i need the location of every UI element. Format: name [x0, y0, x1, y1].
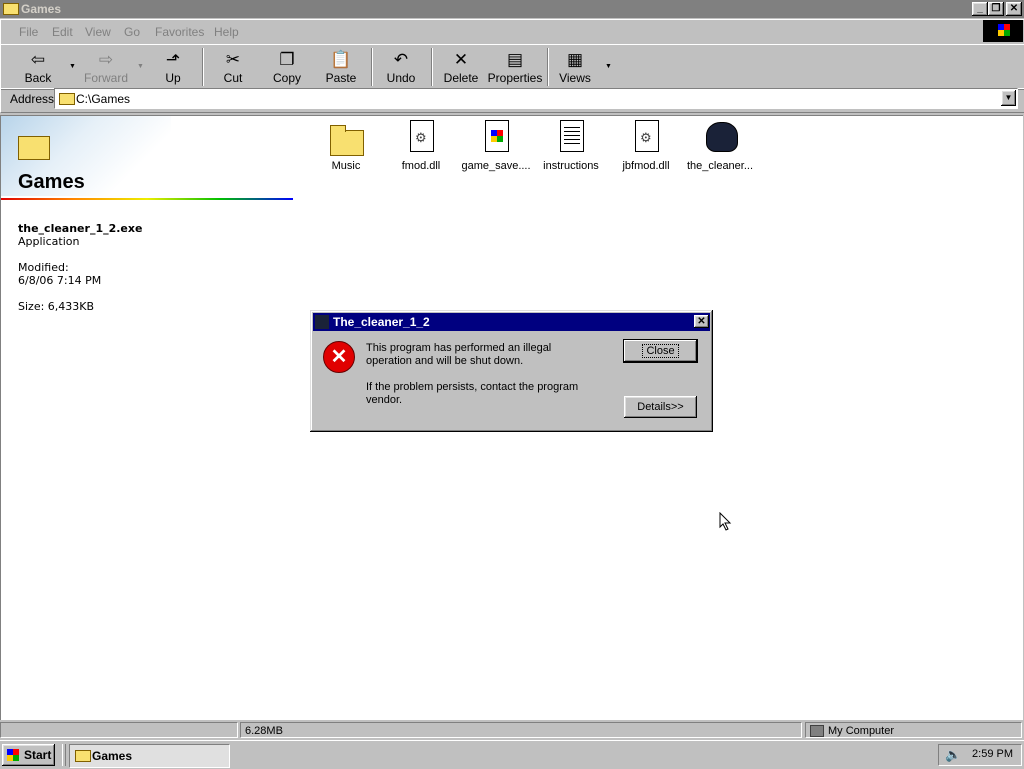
web-view-panel: Games the_cleaner_1_2.exe Application Mo…	[1, 116, 301, 416]
error-message: This program has performed an illegal op…	[366, 342, 552, 367]
error-dialog: The_cleaner_1_2 ✕ ✕ This program has per…	[310, 310, 713, 432]
properties-icon: ▤	[506, 50, 524, 69]
menu-favorites[interactable]: Favorites	[155, 25, 204, 39]
undo-button[interactable]: ↶ Undo	[379, 45, 423, 89]
window-title-bar[interactable]: Games _ ❐ ✕	[0, 0, 1024, 18]
undo-icon: ↶	[393, 50, 409, 69]
file-item-instructions[interactable]: instructions	[532, 116, 610, 172]
windows-logo-icon	[7, 749, 19, 761]
address-dropdown-button[interactable]: ▼	[1001, 90, 1016, 106]
delete-x-icon: ✕	[453, 50, 469, 69]
address-input[interactable]: C:\Games ▼	[54, 88, 1018, 109]
up-button[interactable]: ⬏ Up	[151, 45, 195, 89]
folder-title: Games	[18, 171, 85, 193]
clock[interactable]: 2:59 PM	[972, 748, 1013, 760]
dialog-title: The_cleaner_1_2	[333, 315, 430, 329]
selected-file-type: Application	[18, 235, 80, 248]
toolbar-separator	[431, 48, 433, 86]
modified-value: 6/8/06 7:14 PM	[18, 274, 102, 287]
views-button[interactable]: ▦ Views	[553, 45, 597, 89]
dll-file-icon: ⚙	[635, 120, 659, 152]
status-size: 6.28MB	[240, 722, 802, 738]
views-dropdown-icon[interactable]: ▼	[605, 63, 612, 70]
error-hint: If the problem persists, contact the pro…	[366, 381, 579, 406]
title-underline	[1, 198, 293, 200]
dialog-title-bar[interactable]: The_cleaner_1_2 ✕	[313, 313, 710, 331]
toolbar-separator	[202, 48, 204, 86]
folder-icon	[330, 125, 364, 156]
file-item-game-save[interactable]: game_save....	[457, 116, 535, 172]
details-button[interactable]: Details>>	[624, 396, 697, 418]
address-label: Address	[10, 92, 55, 106]
copy-button[interactable]: ❐ Copy	[265, 45, 309, 89]
delete-button[interactable]: ✕ Delete	[439, 45, 483, 89]
toolbar-separator	[371, 48, 373, 86]
forward-button[interactable]: ⇨ Forward	[83, 45, 129, 89]
menu-file[interactable]: File	[19, 25, 38, 39]
modified-label: Modified:	[18, 261, 69, 274]
large-folder-icon	[18, 136, 50, 160]
menu-view[interactable]: View	[85, 25, 111, 39]
file-item-fmod[interactable]: ⚙ fmod.dll	[382, 116, 460, 172]
forward-dropdown-icon[interactable]: ▼	[137, 63, 144, 70]
menu-go[interactable]: Go	[124, 25, 140, 39]
file-item-jbfmod[interactable]: ⚙ jbfmod.dll	[607, 116, 685, 172]
file-size: Size: 6,433KB	[18, 300, 95, 313]
selected-file-name: the_cleaner_1_2.exe	[18, 222, 143, 235]
forward-arrow-icon: ⇨	[98, 50, 114, 69]
views-icon: ▦	[566, 50, 584, 69]
file-item-music[interactable]: Music	[307, 116, 385, 172]
window-title: Games	[21, 2, 62, 16]
close-window-button[interactable]: ✕	[1006, 2, 1022, 16]
system-tray: 🔈 2:59 PM	[938, 744, 1022, 766]
toolbar-separator	[547, 48, 549, 86]
computer-icon	[810, 725, 824, 737]
start-button[interactable]: Start	[2, 744, 55, 766]
taskbar-grip	[62, 744, 66, 766]
back-button[interactable]: ⇦ Back	[15, 45, 61, 89]
toolbar: ⇦ Back ▼ ⇨ Forward ▼ ⬏ Up ✂ Cut ❐ Copy 📋…	[0, 44, 1024, 90]
dll-file-icon: ⚙	[410, 120, 434, 152]
menu-help[interactable]: Help	[214, 25, 239, 39]
folder-icon	[59, 93, 75, 105]
mouse-cursor	[719, 512, 732, 531]
up-folder-icon: ⬏	[165, 50, 181, 69]
setup-file-icon	[485, 120, 509, 152]
close-button[interactable]: Close	[624, 340, 697, 362]
taskbar-games-window[interactable]: Games	[69, 744, 230, 768]
cut-button[interactable]: ✂ Cut	[213, 45, 253, 89]
address-value: C:\Games	[76, 92, 131, 106]
status-zone: My Computer	[805, 722, 1022, 738]
minimize-button[interactable]: _	[972, 2, 988, 16]
text-file-icon	[560, 120, 584, 152]
taskbar: Start Games 🔈 2:59 PM	[0, 740, 1024, 769]
copy-icon: ❐	[279, 50, 295, 69]
status-bar: 6.28MB My Computer	[0, 721, 1024, 740]
paste-button[interactable]: 📋 Paste	[319, 45, 363, 89]
back-arrow-icon: ⇦	[30, 50, 46, 69]
speaker-icon[interactable]: 🔈	[945, 747, 961, 763]
application-icon	[706, 122, 738, 152]
restore-button[interactable]: ❐	[988, 2, 1004, 16]
folder-icon	[3, 3, 19, 15]
menu-edit[interactable]: Edit	[52, 25, 73, 39]
file-item-the-cleaner[interactable]: the_cleaner...	[681, 116, 759, 172]
clipboard-icon: 📋	[330, 50, 352, 69]
scissors-icon: ✂	[225, 50, 241, 69]
menu-bar: File Edit View Go Favorites Help	[0, 19, 1024, 45]
back-dropdown-icon[interactable]: ▼	[69, 63, 76, 70]
app-icon	[315, 315, 329, 329]
dialog-close-icon[interactable]: ✕	[694, 315, 709, 328]
error-icon: ✕	[323, 341, 355, 373]
status-pane-left	[0, 722, 238, 738]
windows-logo-icon	[983, 20, 1023, 42]
properties-button[interactable]: ▤ Properties	[487, 45, 543, 89]
folder-icon	[75, 750, 91, 762]
